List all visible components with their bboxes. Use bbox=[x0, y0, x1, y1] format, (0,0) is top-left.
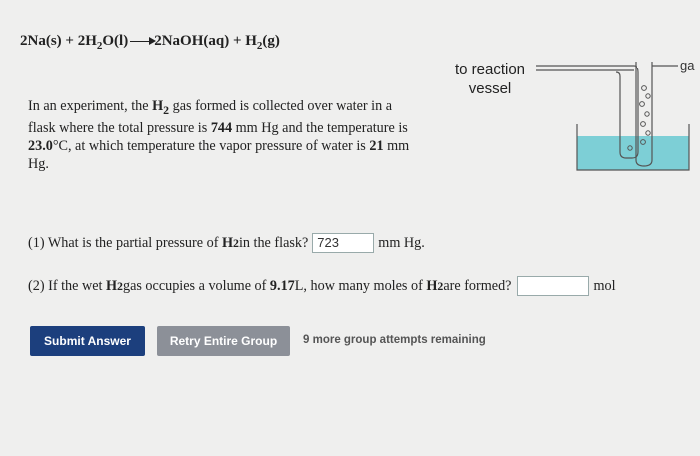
problem-statement: In an experiment, the H2 gas formed is c… bbox=[28, 97, 420, 173]
problem-text-3: mm Hg and the temperature is bbox=[232, 119, 408, 136]
gas-label: ga bbox=[680, 58, 695, 73]
equation-part-2: O(l) bbox=[102, 33, 129, 49]
equation-part-3: 2NaOH(aq) + H bbox=[154, 33, 257, 49]
question-1: (1) What is the partial pressure of H2 i… bbox=[28, 233, 425, 253]
question-2: (2) If the wet H2 gas occupies a volume … bbox=[28, 276, 616, 296]
q1-unit: mm Hg. bbox=[378, 234, 425, 251]
volume-value: 9.17 bbox=[269, 277, 295, 294]
total-pressure-value: 744 bbox=[210, 119, 233, 136]
equation-part-1: 2Na(s) + 2H bbox=[20, 33, 97, 49]
q1-suffix: in the flask? bbox=[238, 234, 309, 251]
attempts-remaining-text: 9 more group attempts remaining bbox=[303, 334, 486, 346]
q2-unit: mol bbox=[593, 277, 616, 294]
water-fill bbox=[577, 136, 689, 170]
q2-middle-2: L, how many moles of bbox=[294, 277, 423, 294]
q1-h-symbol: H bbox=[221, 234, 234, 251]
h2-symbol: H bbox=[152, 98, 164, 114]
q2-h-symbol: H bbox=[106, 277, 118, 294]
reaction-arrow-icon bbox=[130, 37, 157, 46]
q2-h2-symbol: H bbox=[426, 277, 438, 294]
q2-suffix: are formed? bbox=[443, 277, 512, 294]
moles-input[interactable] bbox=[517, 276, 590, 296]
reaction-equation: 2Na(s) + 2H2O(l) 2NaOH(aq) + H2(g) bbox=[20, 33, 280, 52]
submit-answer-button[interactable]: Submit Answer bbox=[30, 326, 145, 356]
reaction-vessel-label: to reaction vessel bbox=[454, 61, 526, 97]
temperature-value: 23.0 bbox=[28, 137, 53, 154]
vapor-pressure-value: 21 bbox=[369, 137, 384, 154]
problem-text-4: °C, at which temperature the vapor press… bbox=[52, 137, 370, 154]
problem-text-1: In an experiment, the bbox=[28, 98, 153, 114]
equation-part-4: (g) bbox=[262, 33, 280, 49]
q2-prefix: (2) If the wet bbox=[28, 277, 103, 294]
q1-prefix: (1) What is the partial pressure of bbox=[28, 234, 219, 251]
retry-group-button[interactable]: Retry Entire Group bbox=[157, 326, 290, 356]
q2-middle: gas occupies a volume of bbox=[122, 277, 267, 294]
partial-pressure-input[interactable]: 723 bbox=[312, 233, 375, 253]
